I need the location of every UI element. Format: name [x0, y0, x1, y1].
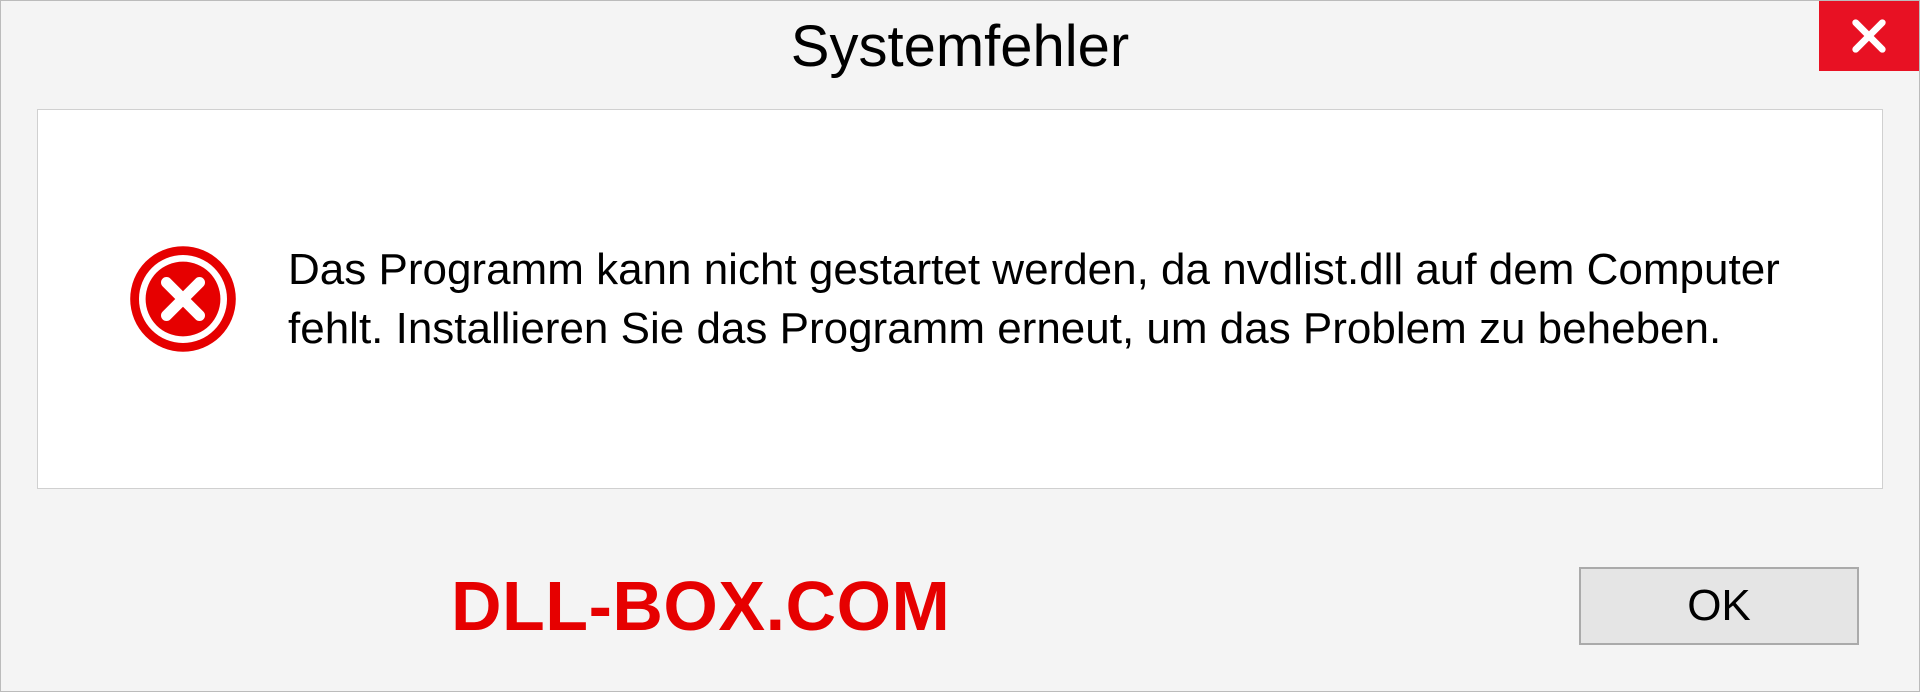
watermark-text: DLL-BOX.COM — [451, 566, 950, 646]
titlebar: Systemfehler — [1, 1, 1919, 91]
dialog-title: Systemfehler — [791, 13, 1129, 80]
content-panel: Das Programm kann nicht gestartet werden… — [37, 109, 1883, 489]
dialog-footer: DLL-BOX.COM OK — [1, 521, 1919, 691]
error-dialog: Systemfehler Das Programm kann nicht ges… — [0, 0, 1920, 692]
error-icon — [128, 244, 238, 354]
close-button[interactable] — [1819, 1, 1919, 71]
ok-button[interactable]: OK — [1579, 567, 1859, 645]
error-message: Das Programm kann nicht gestartet werden… — [288, 240, 1822, 359]
close-icon — [1849, 16, 1889, 56]
